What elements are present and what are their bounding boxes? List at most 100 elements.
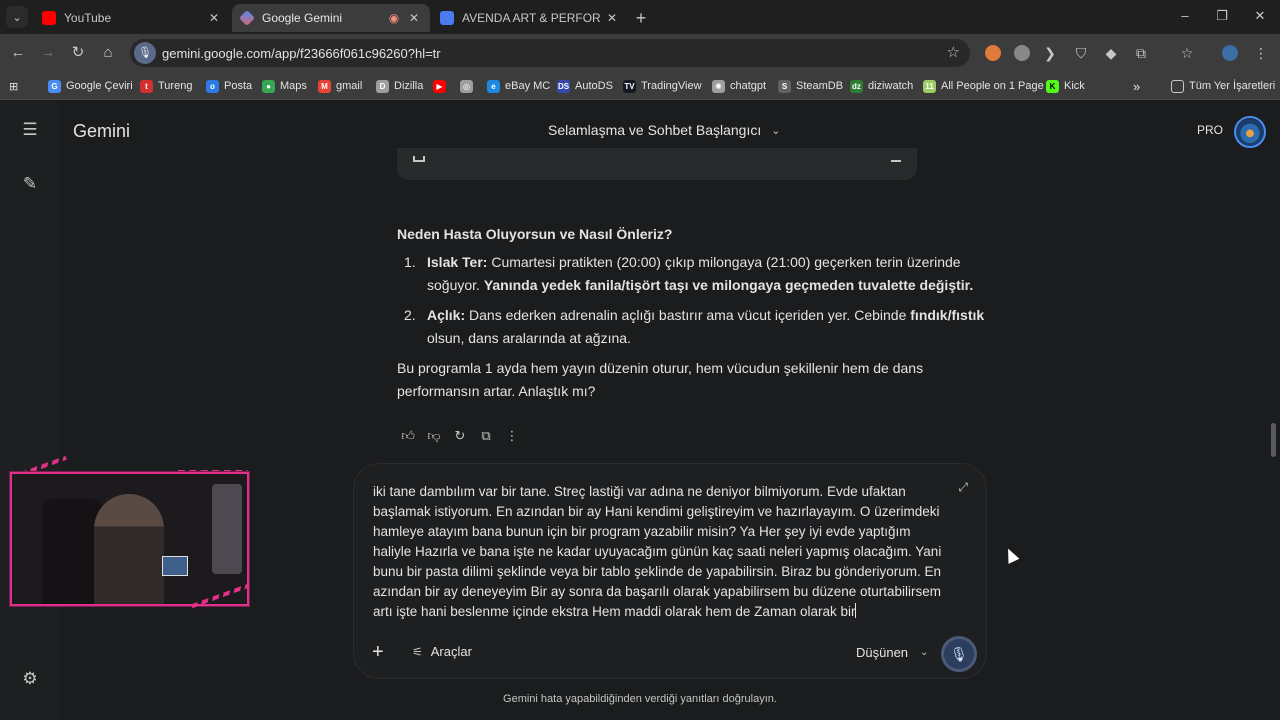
home-button[interactable]: ⌂	[98, 43, 118, 63]
bookmark-tradingview[interactable]: TV TradingView	[623, 77, 702, 95]
menu-icon[interactable]: ⋮	[1252, 43, 1270, 63]
add-attachment-button[interactable]: +	[372, 642, 384, 662]
prompt-input-box[interactable]: iki tane dambılım var bir tane. Streç la…	[353, 463, 987, 679]
copy-icon[interactable]	[891, 156, 901, 162]
tab-youtube[interactable]: YouTube ✕	[34, 4, 230, 32]
prompt-input-text: iki tane dambılım var bir tane. Streç la…	[373, 484, 942, 619]
close-window-button[interactable]: ✕	[1250, 8, 1270, 24]
bookmark-all-people[interactable]: 11 All People on 1 Page	[923, 77, 1044, 95]
mic-button[interactable]: 🎙	[941, 636, 977, 672]
menu-icon[interactable]: ☰	[18, 118, 42, 142]
bookmark-chatgpt[interactable]: ✺ chatgpt	[712, 77, 766, 95]
bookmark-label: gmail	[336, 80, 363, 92]
bookmark-steamdb[interactable]: S SteamDB	[778, 77, 843, 95]
reload-button[interactable]: ↻	[68, 43, 88, 63]
bookmark-google-ceviri[interactable]: G Google Çeviri	[48, 77, 133, 95]
scrollbar[interactable]	[1271, 423, 1276, 457]
more-options-icon[interactable]: ⋮	[499, 426, 525, 446]
bookmark-dizilla[interactable]: D Dizilla	[376, 77, 423, 95]
extension-icon[interactable]: ❯	[1041, 43, 1059, 63]
thumbs-down-icon[interactable]: 👎︎	[421, 426, 447, 446]
url-text: gemini.google.com/app/f23666f061c96260?h…	[162, 46, 441, 61]
bookmark-posta[interactable]: o Posta	[206, 77, 252, 95]
bookmark-autods[interactable]: DS AutoDS	[557, 77, 613, 95]
tureng-icon: t	[140, 79, 153, 93]
bookmark-label: AutoDS	[575, 80, 613, 92]
export-icon[interactable]	[413, 156, 425, 162]
puzzle-icon[interactable]: ⧉	[1132, 43, 1150, 63]
tab-avenda[interactable]: AVENDA ART & PERFORMANCE ✕	[432, 4, 628, 32]
webcam-person	[94, 494, 164, 604]
mic-icon[interactable]: 🎙	[134, 42, 156, 64]
reload-icon: ↻	[71, 44, 85, 61]
tab-strip: ⌄ YouTube ✕ Google Gemini ◉ ✕ AVENDA ART…	[0, 0, 1280, 34]
bookmark-label: Tureng	[158, 80, 193, 92]
extension-icon[interactable]	[1014, 45, 1030, 61]
tab-title: Google Gemini	[262, 11, 343, 25]
prompt-input[interactable]: iki tane dambılım var bir tane. Streç la…	[373, 482, 948, 622]
side-rail: ☰ ✎ ⚙	[0, 101, 60, 720]
bookmark-unnamed[interactable]: ◎	[460, 77, 478, 95]
apps-icon[interactable]: ⊞	[9, 77, 18, 95]
tab-search-button[interactable]: ⌄	[6, 6, 28, 28]
new-tab-button[interactable]: +	[632, 8, 650, 29]
bookmark-maps[interactable]: ● Maps	[262, 77, 307, 95]
dizilla-icon: D	[376, 79, 389, 93]
avenda-icon	[440, 11, 454, 25]
restore-button[interactable]: ❐	[1212, 8, 1232, 24]
bookmark-kick[interactable]: K Kick	[1046, 77, 1085, 95]
tab-google-gemini[interactable]: Google Gemini ◉ ✕	[232, 4, 430, 32]
webcam-phone	[162, 556, 188, 576]
chevron-down-icon: ⌄	[12, 11, 22, 24]
settings-icon[interactable]: ⚙	[18, 667, 42, 691]
forward-button[interactable]: →	[38, 43, 58, 63]
close-icon[interactable]: ✕	[406, 11, 422, 25]
back-button[interactable]: ←	[8, 43, 28, 63]
arrow-left-icon: ←	[10, 44, 26, 61]
regenerate-icon[interactable]: ↻	[447, 426, 473, 446]
extension-icon[interactable]	[985, 45, 1001, 61]
model-mode-selector[interactable]: Düşünen ⌄	[856, 645, 928, 660]
kick-icon: K	[1046, 79, 1059, 93]
copy-icon[interactable]: ⧉	[473, 426, 499, 446]
bookmark-youtube[interactable]: ▶	[433, 77, 451, 95]
new-chat-icon[interactable]: ✎	[18, 172, 42, 196]
conversation-title[interactable]: Selamlaşma ve Sohbet Başlangıcı ⌄	[548, 122, 780, 138]
bookmark-tureng[interactable]: t Tureng	[140, 77, 192, 95]
expand-icon[interactable]: ⤢	[958, 480, 968, 495]
all-bookmarks-button[interactable]: Tüm Yer İşaretleri	[1171, 77, 1275, 95]
tab-title: YouTube	[64, 11, 112, 25]
bookmark-diziwatch[interactable]: dz diziwatch	[850, 77, 913, 95]
all-people-icon: 11	[923, 79, 936, 93]
bookmark-label: Kick	[1064, 80, 1085, 92]
close-icon[interactable]: ✕	[604, 11, 620, 25]
outlook-icon: o	[206, 79, 219, 93]
more-bookmarks-button[interactable]: »	[1133, 77, 1140, 95]
avatar[interactable]	[1234, 116, 1266, 148]
bookmark-ebay-mc[interactable]: e eBay MC	[487, 77, 550, 95]
star-icon[interactable]: ☆	[947, 43, 960, 61]
folder-icon	[1171, 79, 1184, 93]
mic-icon: 🎙	[950, 646, 968, 662]
gemini-app: ☰ ✎ ⚙ Gemini Selamlaşma ve Sohbet Başlan…	[0, 101, 1280, 720]
bookmark-label: Dizilla	[394, 80, 424, 92]
reading-list-icon[interactable]: ☆	[1178, 43, 1196, 63]
address-bar[interactable]: 🎙 gemini.google.com/app/f23666f061c96260…	[130, 39, 970, 67]
tools-button[interactable]: ⚟ Araçlar	[412, 644, 472, 659]
list-term: Açlık:	[427, 307, 466, 323]
toolbar: ← → ↻ ⌂ 🎙 gemini.google.com/app/f23666f0…	[0, 34, 1280, 72]
youtube-icon	[42, 11, 56, 25]
webcam-lamp	[212, 484, 242, 574]
minimize-button[interactable]: –	[1175, 8, 1195, 23]
close-icon[interactable]: ✕	[206, 11, 222, 25]
list-number: 1.	[404, 254, 416, 270]
tradingview-icon: TV	[623, 79, 636, 93]
thumbs-up-icon[interactable]: 👍︎	[395, 426, 421, 446]
shield-icon[interactable]: ⛉	[1072, 43, 1090, 63]
bookmark-label: TradingView	[641, 80, 702, 92]
extension-icon[interactable]: ◆	[1102, 43, 1120, 63]
bookmark-gmail[interactable]: Mgmail	[318, 77, 362, 95]
profile-icon[interactable]	[1222, 45, 1238, 61]
arrow-right-icon: →	[40, 44, 56, 61]
response-closing: Bu programla 1 ayda hem yayın düzenin ot…	[397, 360, 924, 399]
